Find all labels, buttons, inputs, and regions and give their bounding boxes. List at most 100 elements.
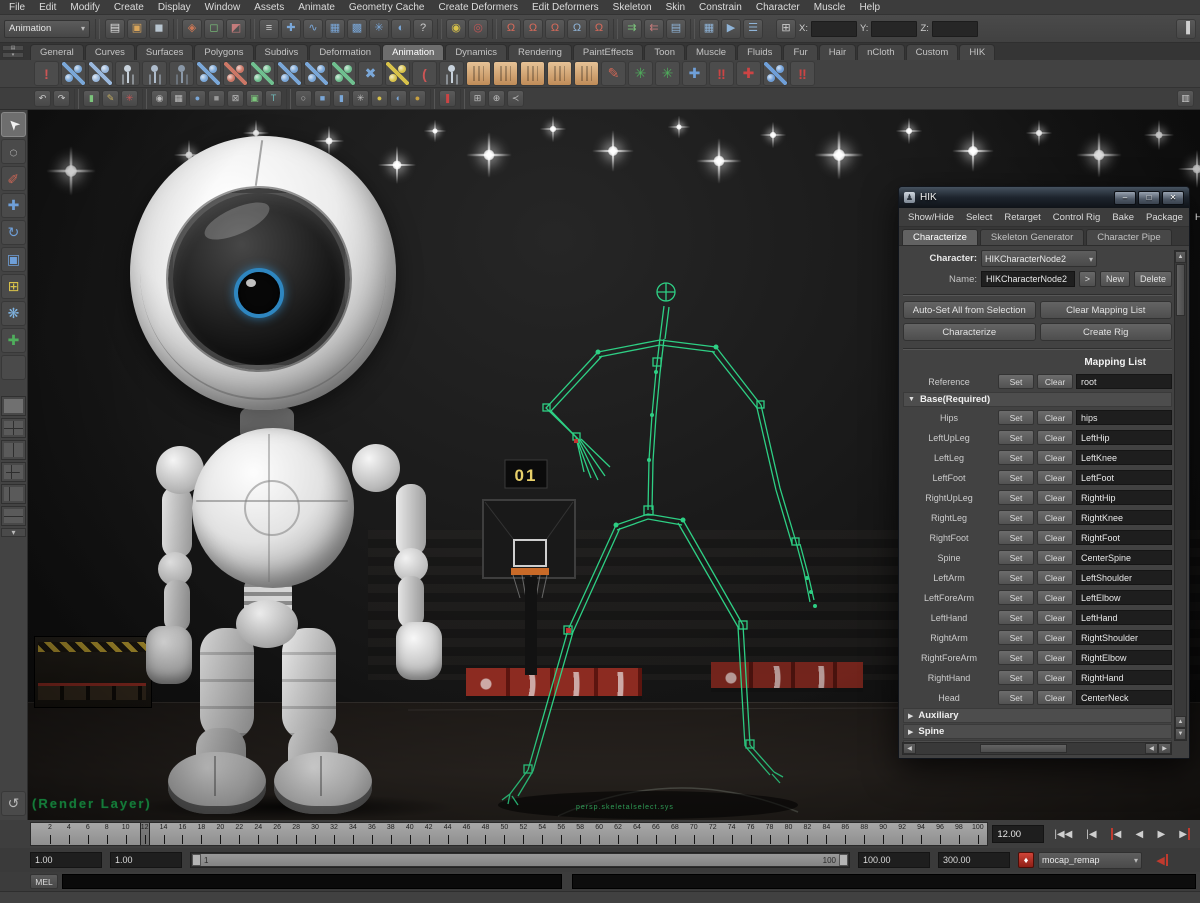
clear-button[interactable]: Clear	[1037, 550, 1073, 565]
last-tool-slot[interactable]	[1, 355, 26, 380]
snap-curve-icon[interactable]	[523, 19, 543, 39]
show-manipulator-tool[interactable]	[1, 328, 26, 353]
hik-tab-character-pipe[interactable]: Character Pipe	[1086, 229, 1171, 245]
panel-toggle-icon[interactable]	[1177, 90, 1194, 107]
layout-four-pane[interactable]	[1, 418, 26, 438]
clear-button[interactable]: Clear	[1037, 570, 1073, 585]
expand-name-button[interactable]: >	[1079, 271, 1096, 287]
snap-plane-icon[interactable]	[567, 19, 587, 39]
character-icon[interactable]	[115, 61, 140, 86]
detach-skin-icon[interactable]	[520, 61, 545, 86]
select-component-icon[interactable]	[226, 19, 246, 39]
menu-item-help[interactable]: Help	[852, 0, 887, 15]
playback-start-field[interactable]: 1.00	[110, 852, 182, 868]
mapping-value-field[interactable]: CenterNeck	[1076, 690, 1172, 705]
clear-mapping-list-button[interactable]: Clear Mapping List	[1040, 301, 1173, 319]
set-button[interactable]: Set	[998, 530, 1034, 545]
set-button[interactable]: Set	[998, 570, 1034, 585]
joint-limits-icon[interactable]	[412, 61, 437, 86]
auto-keyframe-toggle[interactable]: ◀	[1152, 851, 1172, 869]
name-field[interactable]: HIKCharacterNode2	[981, 271, 1075, 287]
shelf-menu-icon[interactable]: ▤	[2, 45, 24, 51]
robot-character[interactable]	[98, 130, 518, 820]
clear-button[interactable]: Clear	[1037, 410, 1073, 425]
key-light-icon[interactable]	[371, 90, 388, 107]
new-character-button[interactable]: New	[1100, 271, 1130, 287]
smooth-bind-icon[interactable]	[466, 61, 491, 86]
range-start-handle[interactable]	[192, 854, 201, 866]
render-settings-icon[interactable]	[743, 19, 763, 39]
default-material-icon[interactable]	[295, 90, 312, 107]
move-tool[interactable]	[1, 193, 26, 218]
center-pivot-icon[interactable]	[488, 90, 505, 107]
delete-character-button[interactable]: Delete	[1134, 271, 1172, 287]
lattice-icon[interactable]	[682, 61, 707, 86]
shelf-tab-hik[interactable]: HIK	[959, 44, 995, 60]
set-button[interactable]: Set	[998, 490, 1034, 505]
add-influence-icon[interactable]	[547, 61, 572, 86]
shelf-tab-fluids[interactable]: Fluids	[737, 44, 782, 60]
breakdown-icon[interactable]	[736, 61, 761, 86]
open-scene-icon[interactable]	[127, 19, 147, 39]
wireframe-icon[interactable]	[151, 90, 168, 107]
connect-joint-icon[interactable]	[331, 61, 356, 86]
hik-menu-retarget[interactable]: Retarget	[998, 210, 1046, 225]
character-set-key-icon[interactable]: ♦	[1018, 852, 1034, 868]
mapping-value-field[interactable]: RightFoot	[1076, 530, 1172, 545]
mapping-value-field[interactable]: hips	[1076, 410, 1172, 425]
scale-tool[interactable]	[1, 247, 26, 272]
menu-item-geometry-cache[interactable]: Geometry Cache	[342, 0, 432, 15]
grid-display-icon[interactable]	[170, 90, 187, 107]
mask-dynamics-icon[interactable]	[369, 19, 389, 39]
mask-rendering-icon[interactable]	[391, 19, 411, 39]
clear-button[interactable]: Clear	[1037, 650, 1073, 665]
set-button[interactable]: Set	[998, 450, 1034, 465]
ik-spline-handle-icon[interactable]	[88, 61, 113, 86]
close-button[interactable]: ✕	[1162, 191, 1184, 205]
animation-end-field[interactable]: 300.00	[938, 852, 1010, 868]
output-connections-icon[interactable]	[644, 19, 664, 39]
shelf-tab-surfaces[interactable]: Surfaces	[136, 44, 194, 60]
annotate-icon[interactable]	[102, 90, 119, 107]
clear-button[interactable]: Clear	[1037, 670, 1073, 685]
scrollbar-thumb[interactable]	[1176, 264, 1185, 316]
mask-joints-icon[interactable]	[281, 19, 301, 39]
characterize-button[interactable]: Characterize	[903, 323, 1036, 341]
bind-pose-icon[interactable]	[439, 61, 464, 86]
hik-menu-control-rig[interactable]: Control Rig	[1047, 210, 1107, 225]
mapping-value-field[interactable]: LeftKnee	[1076, 450, 1172, 465]
measure-icon[interactable]	[83, 90, 100, 107]
play-forwards-button[interactable]: ▶	[1151, 825, 1171, 843]
scroll-right-icon[interactable]: ▶	[1158, 743, 1171, 754]
go-to-start-button[interactable]: |◀◀	[1048, 825, 1078, 843]
menu-item-display[interactable]: Display	[151, 0, 198, 15]
step-back-key-button[interactable]: ◀	[1105, 825, 1128, 843]
redo-icon[interactable]	[53, 90, 70, 107]
hik-menu-package[interactable]: Package	[1140, 210, 1189, 225]
pole-vector-icon[interactable]	[790, 61, 815, 86]
texture-view-icon[interactable]	[265, 90, 282, 107]
select-hierarchy-icon[interactable]	[182, 19, 202, 39]
hik-menu-bake[interactable]: Bake	[1106, 210, 1140, 225]
lasso-select-tool[interactable]	[1, 139, 26, 164]
keyframe-icon[interactable]	[709, 61, 734, 86]
blend-shape-icon[interactable]	[628, 61, 653, 86]
mask-deformations-icon[interactable]	[347, 19, 367, 39]
mapping-value-field[interactable]: RightKnee	[1076, 510, 1172, 525]
set-button[interactable]: Set	[998, 510, 1034, 525]
shelf-tab-curves[interactable]: Curves	[85, 44, 135, 60]
shaded-icon[interactable]	[189, 90, 206, 107]
time-slider[interactable]: 2468101214161820222426283032343638404244…	[30, 822, 988, 846]
set-button[interactable]: Set	[998, 550, 1034, 565]
fill-light-icon[interactable]	[390, 90, 407, 107]
skeleton-icon[interactable]	[142, 61, 167, 86]
mask-surfaces-icon[interactable]	[325, 19, 345, 39]
shelf-tab-polygons[interactable]: Polygons	[194, 44, 253, 60]
create-rig-button[interactable]: Create Rig	[1040, 323, 1173, 341]
render-frame-icon[interactable]	[699, 19, 719, 39]
hik-tab-skeleton-generator[interactable]: Skeleton Generator	[980, 229, 1084, 245]
mirror-joint-icon[interactable]	[358, 61, 383, 86]
character-dropdown[interactable]: HIKCharacterNode2	[981, 250, 1097, 267]
shelf-tab-fur[interactable]: Fur	[783, 44, 817, 60]
construction-history-icon[interactable]	[666, 19, 686, 39]
